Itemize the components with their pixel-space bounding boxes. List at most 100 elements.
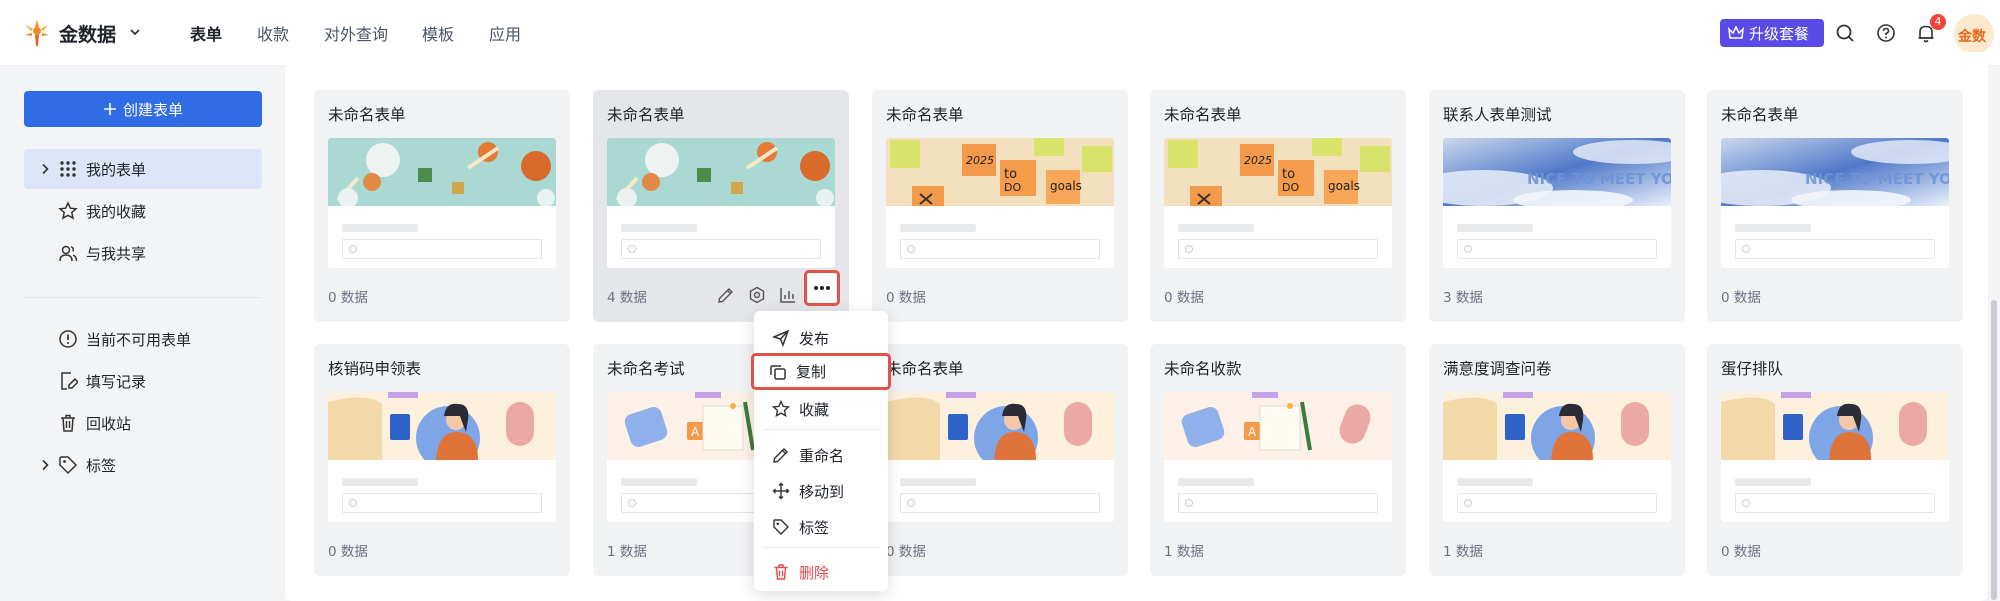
- svg-text:to: to: [1282, 167, 1295, 182]
- menu-item-publish[interactable]: 发布: [754, 321, 888, 355]
- form-card[interactable]: 满意度调查问卷 1 数据: [1429, 344, 1685, 576]
- form-card[interactable]: 未命名收款 A 1 数据: [1150, 344, 1406, 576]
- avatar[interactable]: 金数: [1954, 14, 1994, 54]
- thumbnail-image: [886, 392, 1114, 460]
- form-card-count: 1 数据: [1164, 544, 1204, 560]
- sidebar-item-shared[interactable]: 与我共享: [24, 233, 262, 273]
- form-card-title[interactable]: 蛋仔排队: [1721, 357, 1783, 379]
- search-icon[interactable]: [1834, 22, 1856, 44]
- form-card-count: 1 数据: [1443, 544, 1483, 560]
- nav-forms[interactable]: 表单: [190, 21, 222, 45]
- form-card[interactable]: 未命名表单 2025 to DO goals 0 数据: [1150, 90, 1406, 322]
- menu-item-label: 收藏: [799, 400, 830, 419]
- sidebar-item-my-forms[interactable]: 我的表单: [24, 149, 262, 189]
- form-card[interactable]: 未命名表单 NICE TO MEET YOU 0 数据: [1707, 90, 1963, 322]
- thumbnail-placeholder: [1178, 478, 1254, 486]
- scrollbar[interactable]: [1991, 300, 1997, 600]
- form-card-title[interactable]: 未命名表单: [1721, 103, 1799, 125]
- thumbnail-placeholder: [1457, 224, 1533, 232]
- chevron-right-icon[interactable]: [40, 163, 50, 175]
- help-icon[interactable]: [1875, 22, 1897, 44]
- menu-item-label: 复制: [796, 363, 827, 381]
- form-card[interactable]: 未命名表单 2025 to DO goals 0 数据: [872, 90, 1128, 322]
- form-card-count: 0 数据: [328, 290, 368, 306]
- form-card[interactable]: 联系人表单测试 NICE TO MEET YOU 3 数据: [1429, 90, 1685, 322]
- menu-item-delete[interactable]: 删除: [754, 555, 888, 589]
- form-card-thumbnail[interactable]: [607, 138, 835, 268]
- thumb-caption: NICE TO MEET YOU: [1527, 170, 1671, 188]
- form-card-title[interactable]: 未命名表单: [1164, 103, 1242, 125]
- form-card-title[interactable]: 核销码申领表: [328, 357, 421, 379]
- form-card[interactable]: 未命名表单 0 数据: [872, 344, 1128, 576]
- form-card-title[interactable]: 联系人表单测试: [1443, 103, 1552, 125]
- form-card-thumbnail[interactable]: NICE TO MEET YOU: [1443, 138, 1671, 268]
- thumbnail-image: A: [1164, 392, 1392, 460]
- sidebar-item-tags[interactable]: 标签: [24, 445, 262, 485]
- menu-item-rename[interactable]: 重命名: [754, 438, 888, 472]
- form-card[interactable]: 未命名表单 0 数据: [314, 90, 570, 322]
- ellipsis-icon: [814, 286, 830, 290]
- svg-text:2025: 2025: [1244, 154, 1272, 167]
- create-form-label: 创建表单: [122, 100, 183, 119]
- form-card-thumbnail[interactable]: [328, 138, 556, 268]
- menu-item-tag[interactable]: 标签: [754, 510, 888, 544]
- menu-item-label: 标签: [799, 518, 830, 537]
- svg-text:to: to: [1004, 167, 1017, 182]
- form-card-thumbnail[interactable]: [886, 392, 1114, 522]
- form-card-thumbnail[interactable]: 2025 to DO goals: [1164, 138, 1392, 268]
- form-card-thumbnail[interactable]: A: [1164, 392, 1392, 522]
- form-card-title[interactable]: 未命名收款: [1164, 357, 1242, 379]
- form-card-title[interactable]: 未命名表单: [328, 103, 406, 125]
- thumbnail-field: [1735, 239, 1935, 259]
- thumbnail-placeholder: [1735, 224, 1811, 232]
- tag-icon: [59, 456, 78, 475]
- form-card-count: 0 数据: [1721, 544, 1761, 560]
- form-card-thumbnail[interactable]: [1721, 392, 1949, 522]
- form-card-thumbnail[interactable]: 2025 to DO goals: [886, 138, 1114, 268]
- form-card-count: 0 数据: [886, 290, 926, 306]
- thumbnail-field: [900, 493, 1100, 513]
- settings-icon[interactable]: [748, 286, 766, 304]
- form-card-title[interactable]: 未命名表单: [607, 103, 685, 125]
- sidebar-item-trash[interactable]: 回收站: [24, 403, 262, 443]
- nav-apps[interactable]: 应用: [489, 21, 521, 45]
- more-options-button[interactable]: [804, 270, 840, 306]
- chevron-right-icon[interactable]: [40, 459, 50, 471]
- move-icon: [772, 482, 790, 500]
- form-card-title[interactable]: 满意度调查问卷: [1443, 357, 1552, 379]
- chevron-down-icon[interactable]: [128, 25, 142, 39]
- form-card-count: 0 数据: [328, 544, 368, 560]
- form-card[interactable]: 核销码申领表 0 数据: [314, 344, 570, 576]
- form-card-thumbnail[interactable]: NICE TO MEET YOU: [1721, 138, 1949, 268]
- menu-item-move[interactable]: 移动到: [754, 474, 888, 508]
- sidebar-item-unavailable[interactable]: 当前不可用表单: [24, 319, 262, 359]
- sidebar-item-label: 标签: [86, 456, 117, 475]
- upgrade-button[interactable]: 升级套餐: [1720, 19, 1824, 47]
- form-card-thumbnail[interactable]: [328, 392, 556, 522]
- sidebar-item-favorites[interactable]: 我的收藏: [24, 191, 262, 231]
- brand-name[interactable]: 金数据: [59, 20, 116, 47]
- nav-public-query[interactable]: 对外查询: [324, 21, 388, 45]
- menu-item-favorite[interactable]: 收藏: [754, 392, 888, 426]
- create-form-button[interactable]: 创建表单: [24, 91, 262, 127]
- thumbnail-image: 2025 to DO goals: [1164, 138, 1392, 206]
- menu-item-copy[interactable]: 复制: [751, 353, 891, 390]
- sidebar-item-fill-records[interactable]: 填写记录: [24, 361, 262, 401]
- chart-icon[interactable]: [779, 286, 797, 304]
- alert-circle-icon: [59, 330, 77, 348]
- logo-icon[interactable]: [22, 18, 52, 48]
- form-card-title[interactable]: 未命名表单: [886, 103, 964, 125]
- edit-icon[interactable]: [717, 286, 735, 304]
- thumbnail-placeholder: [621, 224, 697, 232]
- form-card-title[interactable]: 未命名考试: [607, 357, 685, 379]
- thumbnail-image: 2025 to DO goals: [886, 138, 1114, 206]
- nav-templates[interactable]: 模板: [422, 21, 454, 45]
- svg-text:A: A: [691, 425, 700, 439]
- form-card-count: 4 数据: [607, 290, 647, 306]
- nav-payments[interactable]: 收款: [257, 21, 289, 45]
- thumbnail-image: [1443, 392, 1671, 460]
- sidebar-item-label: 我的收藏: [86, 202, 147, 221]
- form-card-thumbnail[interactable]: [1443, 392, 1671, 522]
- form-card-title[interactable]: 未命名表单: [886, 357, 964, 379]
- form-card[interactable]: 蛋仔排队 0 数据: [1707, 344, 1963, 576]
